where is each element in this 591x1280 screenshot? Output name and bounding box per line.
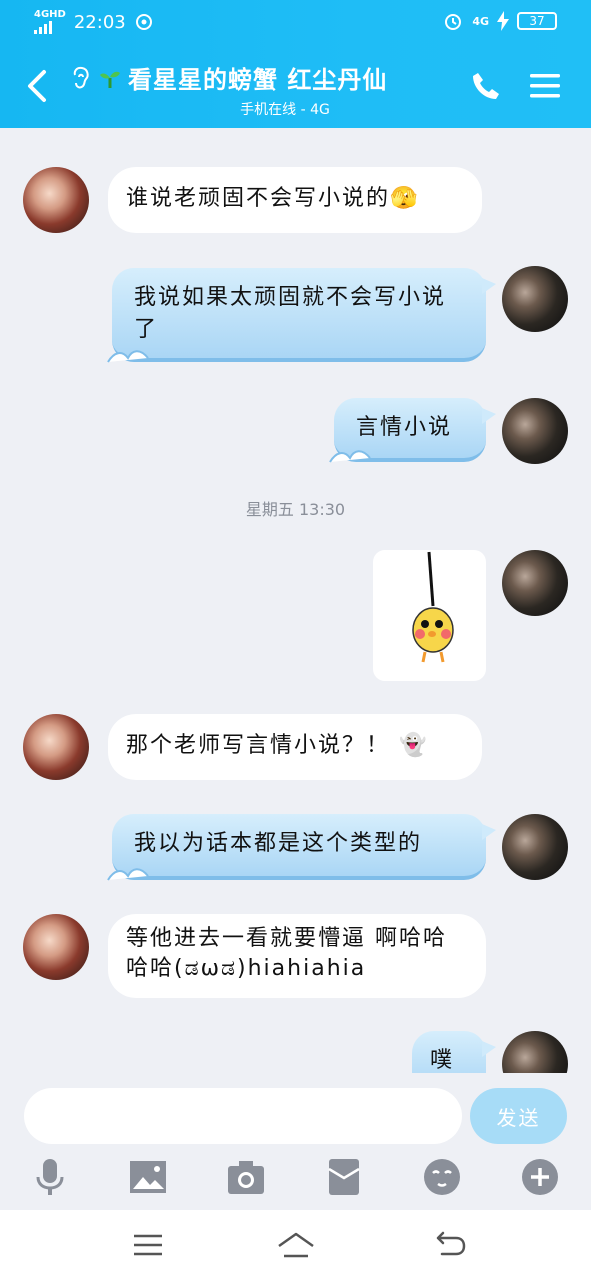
timestamp: 星期五 13:30 xyxy=(245,500,346,519)
plus-icon[interactable] xyxy=(520,1157,560,1197)
message-bubble[interactable]: 等他进去一看就要懵逼 啊哈哈哈哈(ಡωಡ)hiahiahia xyxy=(108,914,486,998)
status-bar: 4GHD 22:03 4G 37 xyxy=(0,8,591,36)
message-bubble[interactable]: 谁说老顽固不会写小说的🫣 xyxy=(108,167,482,233)
red-packet-icon[interactable] xyxy=(324,1157,364,1197)
sticker-message[interactable] xyxy=(373,550,486,681)
send-button[interactable]: 发送 xyxy=(470,1088,567,1144)
battery-indicator: 37 xyxy=(517,12,557,30)
chevron-left-icon[interactable] xyxy=(22,66,52,106)
message-text: 噗 xyxy=(430,1048,455,1073)
chat-toolbar xyxy=(0,1157,591,1197)
network-type: 4GHD xyxy=(34,9,66,20)
message-input[interactable] xyxy=(24,1088,462,1144)
camera-icon[interactable] xyxy=(226,1157,266,1197)
avatar[interactable] xyxy=(502,266,568,332)
sync-icon xyxy=(135,14,152,30)
phone-icon[interactable] xyxy=(470,70,502,102)
ghost-emoji-icon: 👻 xyxy=(399,733,429,758)
message-text: 那个老师写言情小说？！ xyxy=(126,733,391,758)
avatar[interactable] xyxy=(502,814,568,880)
alarm-icon xyxy=(445,14,462,30)
avatar[interactable] xyxy=(502,398,568,464)
back-icon[interactable] xyxy=(430,1228,470,1262)
message-list[interactable]: 谁说老顽固不会写小说的🫣 我说如果太顽固就不会写小说了 言情小说 星期五 13:… xyxy=(0,128,591,1073)
charging-icon xyxy=(497,11,509,31)
avatar[interactable] xyxy=(23,167,89,233)
image-icon[interactable] xyxy=(128,1157,168,1197)
message-text: 我说如果太顽固就不会写小说了 xyxy=(134,285,447,342)
contact-title[interactable]: 看星星的螃蟹 红尘丹仙 手机在线 - 4G xyxy=(70,60,470,119)
mic-icon[interactable] xyxy=(30,1157,70,1197)
system-navigation-bar xyxy=(0,1210,591,1280)
contact-name: 看星星的螃蟹 红尘丹仙 xyxy=(128,66,388,94)
recents-icon[interactable] xyxy=(128,1228,168,1262)
input-bar: 发送 xyxy=(0,1073,591,1210)
message-bubble[interactable]: 那个老师写言情小说？！ 👻 xyxy=(108,714,482,780)
message-text: 谁说老顽固不会写小说的 xyxy=(126,186,391,211)
message-bubble[interactable]: 我以为话本都是这个类型的 xyxy=(107,814,496,881)
message-text: 我以为话本都是这个类型的 xyxy=(134,831,423,856)
network-4g: 4G xyxy=(472,14,489,28)
signal-indicator: 4GHD xyxy=(34,10,66,34)
online-status: 手机在线 - 4G xyxy=(240,102,330,118)
avatar[interactable] xyxy=(23,914,89,980)
shy-emoji-icon: 🫣 xyxy=(390,186,420,211)
message-bubble[interactable]: 言情小说 xyxy=(329,398,496,463)
home-icon[interactable] xyxy=(276,1228,316,1262)
wave-decoration-icon xyxy=(329,450,371,463)
sprout-icon xyxy=(100,71,120,88)
hanging-chick-sticker-icon xyxy=(412,551,454,663)
chat-header: 4GHD 22:03 4G 37 看星星的螃蟹 红尘丹仙 手机在线 - 4G xyxy=(0,0,591,128)
menu-icon[interactable] xyxy=(528,70,562,102)
message-text: 等他进去一看就要懵逼 啊哈哈哈哈(ಡωಡ)hiahiahia xyxy=(126,926,447,981)
avatar[interactable] xyxy=(502,1031,568,1073)
message-bubble[interactable]: 我说如果太顽固就不会写小说了 xyxy=(107,268,496,363)
message-bubble[interactable]: 噗 xyxy=(412,1031,496,1073)
emoji-icon[interactable] xyxy=(422,1157,462,1197)
ear-icon xyxy=(73,66,89,88)
wave-decoration-icon xyxy=(107,350,149,363)
message-text: 言情小说 xyxy=(356,415,453,440)
avatar[interactable] xyxy=(23,714,89,780)
signal-bars-icon xyxy=(34,20,66,34)
avatar[interactable] xyxy=(502,550,568,616)
clock: 22:03 xyxy=(73,11,126,33)
wave-decoration-icon xyxy=(107,868,149,881)
